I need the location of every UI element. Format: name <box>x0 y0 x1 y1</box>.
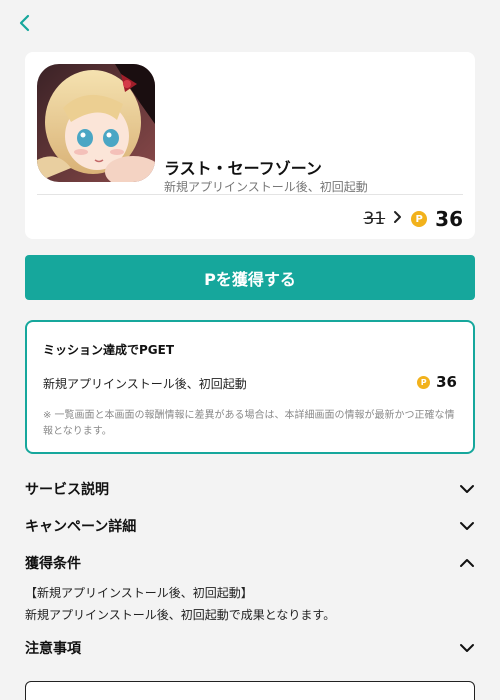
section-campaign-label: キャンペーン詳細 <box>25 519 137 535</box>
chevron-down-icon <box>459 481 475 497</box>
chevron-up-icon <box>459 555 475 571</box>
points-row: 31 P 36 <box>364 204 463 234</box>
mission-points: P 36 <box>417 373 457 391</box>
app-icon <box>37 64 155 182</box>
section-service-label: サービス説明 <box>25 482 109 498</box>
coin-icon: P <box>417 375 431 389</box>
mission-card: ミッション達成でPGET 新規アプリインストール後、初回起動 P 36 ※ 一覧… <box>25 320 475 454</box>
app-subtitle: 新規アプリインストール後、初回起動 <box>164 180 368 194</box>
chevron-right-icon <box>393 210 403 228</box>
old-points: 31 <box>363 209 386 229</box>
section-notes-label: 注意事項 <box>25 641 81 657</box>
bottom-button[interactable] <box>25 681 475 700</box>
mission-note: ※ 一覧画面と本画面の報酬情報に差異がある場合は、本詳細画面の情報が最新かつ正確… <box>43 410 455 437</box>
back-button[interactable] <box>14 12 36 34</box>
section-campaign[interactable]: キャンペーン詳細 <box>25 514 475 538</box>
divider <box>37 194 463 195</box>
mission-points-value: 36 <box>436 373 457 391</box>
mission-heading: ミッション達成でPGET <box>43 343 175 357</box>
section-conditions[interactable]: 獲得条件 <box>25 551 475 575</box>
section-notes[interactable]: 注意事項 <box>25 636 475 660</box>
section-conditions-label: 獲得条件 <box>25 556 81 572</box>
chevron-down-icon <box>459 518 475 534</box>
get-points-button[interactable]: Pを獲得する <box>25 255 475 300</box>
mission-item-label: 新規アプリインストール後、初回起動 <box>43 377 247 391</box>
conditions-title: 【新規アプリインストール後、初回起動】 <box>25 586 253 600</box>
section-service[interactable]: サービス説明 <box>25 477 475 501</box>
chevron-down-icon <box>459 640 475 656</box>
chevron-left-icon <box>19 14 30 32</box>
new-points: 36 <box>435 207 463 231</box>
coin-icon: P <box>411 211 428 227</box>
conditions-body: 新規アプリインストール後、初回起動で成果となります。 <box>25 608 336 622</box>
app-title: ラスト・セーフゾーン <box>164 159 322 178</box>
app-card: ラスト・セーフゾーン 新規アプリインストール後、初回起動 31 P 36 <box>25 52 475 239</box>
